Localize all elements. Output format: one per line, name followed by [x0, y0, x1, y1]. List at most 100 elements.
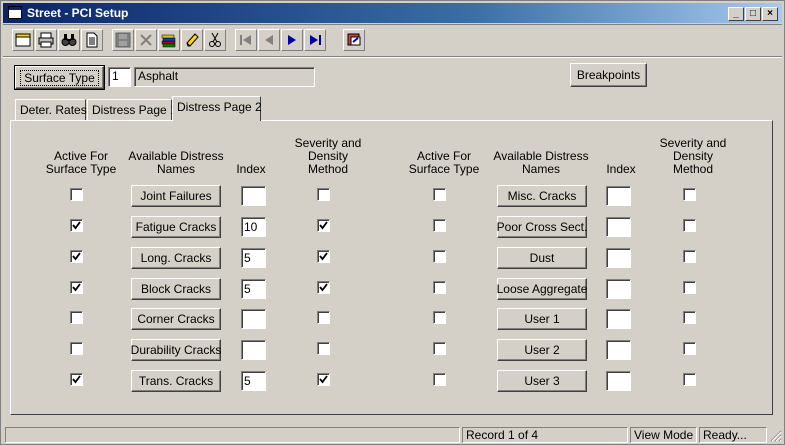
delete-button[interactable]	[135, 29, 157, 51]
index-field[interactable]: 5	[241, 248, 266, 268]
distress-name-button[interactable]: Loose Aggregate	[497, 278, 587, 300]
report-button[interactable]	[81, 29, 103, 51]
severity-checkbox-left[interactable]	[317, 219, 330, 232]
active-checkbox-right[interactable]	[433, 373, 446, 386]
index-field[interactable]	[606, 371, 631, 391]
checkmark-icon	[319, 252, 328, 261]
cut-button[interactable]	[204, 29, 226, 51]
index-field[interactable]	[241, 340, 266, 360]
distress-name-button[interactable]: Misc. Cracks	[497, 185, 587, 207]
save-button[interactable]	[112, 29, 134, 51]
active-checkbox-left[interactable]	[70, 311, 83, 324]
active-checkbox-right[interactable]	[433, 219, 446, 232]
active-checkbox-left[interactable]	[70, 219, 83, 232]
maximize-button[interactable]: □	[745, 7, 761, 21]
exit-button[interactable]	[343, 29, 365, 51]
breakpoints-button[interactable]: Breakpoints	[570, 63, 647, 87]
print-button[interactable]	[35, 29, 57, 51]
first-button[interactable]	[235, 29, 257, 51]
active-checkbox-right[interactable]	[433, 342, 446, 355]
tab-distress-page-2[interactable]: Distress Page 2	[172, 96, 262, 121]
minimize-button[interactable]: _	[728, 7, 744, 21]
title-bar[interactable]: Street - PCI Setup _ □ ×	[3, 3, 782, 23]
severity-checkbox-left[interactable]	[317, 281, 330, 294]
surface-type-code-field[interactable]: 1	[108, 67, 131, 87]
previous-record-icon	[265, 35, 273, 45]
severity-checkbox-left[interactable]	[317, 188, 330, 201]
edit-button[interactable]	[181, 29, 203, 51]
active-checkbox-left[interactable]	[70, 373, 83, 386]
tab-distress-page-1[interactable]: Distress Page 1	[87, 99, 177, 120]
index-field[interactable]: 5	[241, 279, 266, 299]
tab-deter-rates[interactable]: Deter. Rates	[15, 99, 87, 120]
checkmark-icon	[319, 375, 328, 384]
toolbar-bottom-highlight	[3, 57, 782, 58]
close-button[interactable]: ×	[762, 7, 778, 21]
severity-checkbox-right[interactable]	[683, 311, 696, 324]
distress-name-button[interactable]: Joint Failures	[131, 185, 221, 207]
heading-active-right: Active For Surface Type	[408, 149, 480, 176]
surface-type-button[interactable]: Surface Type	[14, 65, 105, 90]
heading-active-left: Active For Surface Type	[45, 149, 117, 176]
distress-name-button[interactable]: Trans. Cracks	[131, 370, 221, 392]
next-record-icon	[288, 35, 296, 45]
distress-name-button[interactable]: Durability Cracks	[131, 339, 221, 361]
binoculars-icon	[61, 34, 77, 46]
index-field[interactable]	[241, 186, 266, 206]
distress-name-button[interactable]: Fatigue Cracks	[131, 216, 221, 238]
severity-checkbox-right[interactable]	[683, 188, 696, 201]
index-field[interactable]	[606, 309, 631, 329]
index-field[interactable]	[606, 186, 631, 206]
index-field[interactable]	[606, 248, 631, 268]
surface-type-name-field: Asphalt	[134, 67, 315, 87]
checkmark-icon	[319, 283, 328, 292]
index-field[interactable]	[606, 279, 631, 299]
last-button[interactable]	[304, 29, 326, 51]
severity-checkbox-right[interactable]	[683, 342, 696, 355]
checkmark-icon	[72, 283, 81, 292]
floppy-icon	[115, 32, 131, 48]
severity-checkbox-right[interactable]	[683, 373, 696, 386]
library-button[interactable]	[158, 29, 180, 51]
window-icon	[15, 33, 31, 47]
index-field[interactable]	[241, 309, 266, 329]
distress-name-button[interactable]: Block Cracks	[131, 278, 221, 300]
breakpoints-button-label: Breakpoints	[576, 68, 641, 82]
severity-checkbox-left[interactable]	[317, 342, 330, 355]
distress-name-button[interactable]: Corner Cracks	[131, 308, 221, 330]
find-button[interactable]	[58, 29, 80, 51]
distress-name-button[interactable]: User 1	[497, 308, 587, 330]
active-checkbox-left[interactable]	[70, 188, 83, 201]
distress-name-button[interactable]: User 2	[497, 339, 587, 361]
distress-name-button[interactable]: Long. Cracks	[131, 247, 221, 269]
severity-checkbox-right[interactable]	[683, 219, 696, 232]
severity-checkbox-left[interactable]	[317, 311, 330, 324]
previous-button[interactable]	[258, 29, 280, 51]
status-mode: View Mode	[630, 427, 697, 443]
active-checkbox-right[interactable]	[433, 311, 446, 324]
heading-severity-left: Severity and Density Method	[294, 136, 362, 176]
document-icon	[86, 32, 98, 48]
index-field[interactable]	[606, 217, 631, 237]
new-record-button[interactable]	[12, 29, 34, 51]
index-field[interactable]: 5	[241, 371, 266, 391]
active-checkbox-left[interactable]	[70, 281, 83, 294]
severity-checkbox-left[interactable]	[317, 373, 330, 386]
index-field[interactable]	[606, 340, 631, 360]
index-field[interactable]: 10	[241, 217, 266, 237]
severity-checkbox-right[interactable]	[683, 250, 696, 263]
active-checkbox-right[interactable]	[433, 188, 446, 201]
active-checkbox-right[interactable]	[433, 250, 446, 263]
active-checkbox-left[interactable]	[70, 342, 83, 355]
distress-name-button[interactable]: Poor Cross Sect.	[497, 216, 587, 238]
severity-checkbox-right[interactable]	[683, 281, 696, 294]
severity-checkbox-left[interactable]	[317, 250, 330, 263]
distress-name-button[interactable]: User 3	[497, 370, 587, 392]
resize-grip-icon[interactable]	[770, 430, 782, 442]
next-button[interactable]	[281, 29, 303, 51]
active-checkbox-right[interactable]	[433, 281, 446, 294]
books-icon	[161, 34, 176, 48]
x-icon	[140, 34, 152, 46]
active-checkbox-left[interactable]	[70, 250, 83, 263]
distress-name-button[interactable]: Dust	[497, 247, 587, 269]
